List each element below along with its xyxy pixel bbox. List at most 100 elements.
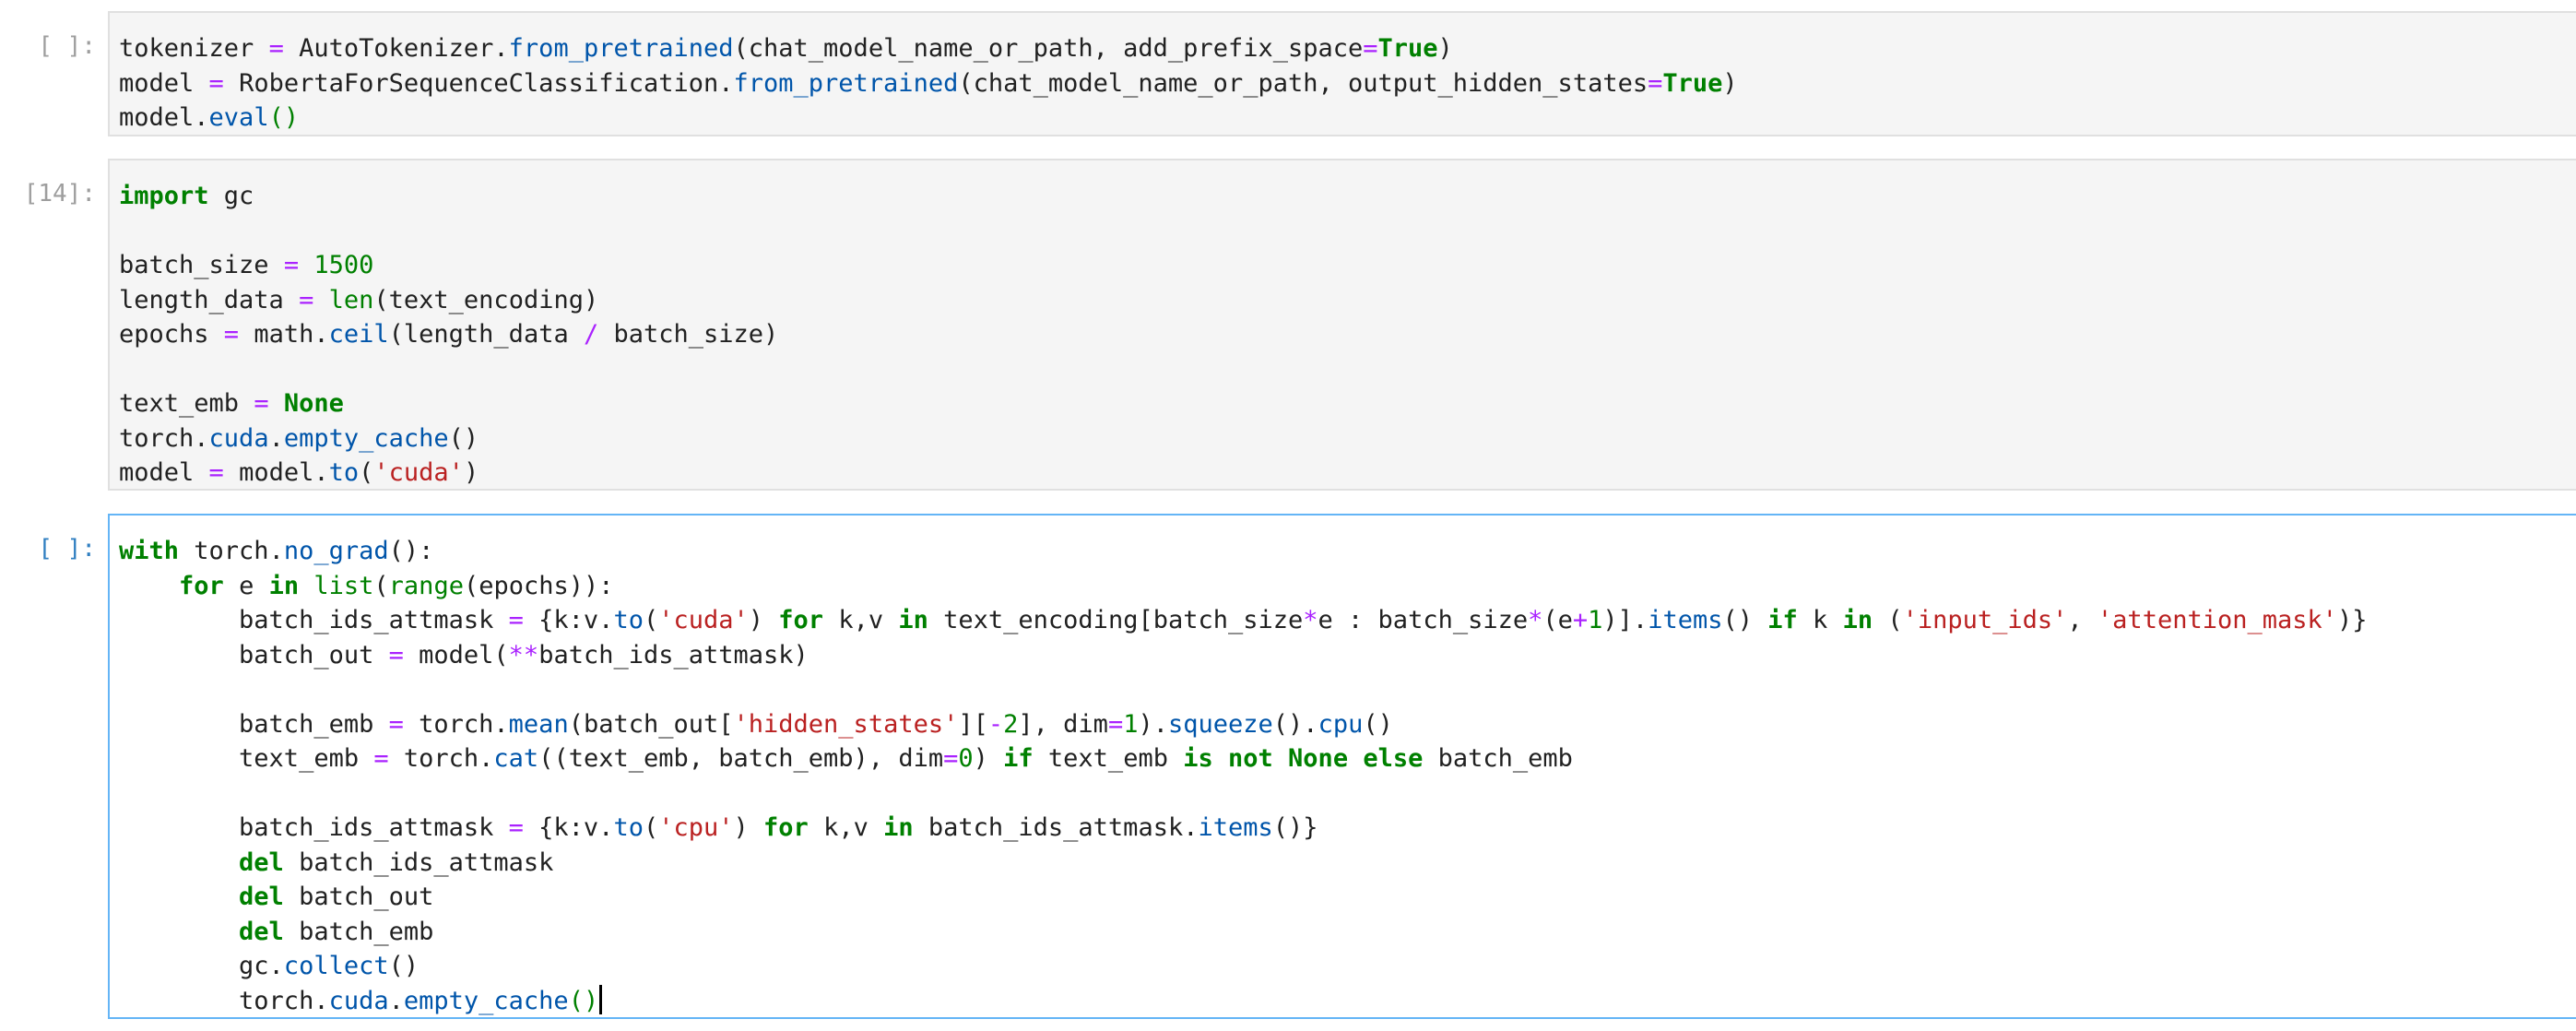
code-token: empty_cache bbox=[403, 986, 569, 1015]
code-token: AutoTokenizer. bbox=[283, 34, 509, 63]
code-token: cat bbox=[493, 744, 539, 773]
code-token: ()} bbox=[1272, 813, 1318, 842]
code-token: ). bbox=[1138, 709, 1168, 739]
code-token: / bbox=[583, 320, 599, 349]
code-line: model.eval() bbox=[119, 101, 1738, 135]
code-token: = bbox=[508, 813, 524, 842]
code-token: range bbox=[388, 571, 464, 600]
code-token: collect bbox=[283, 952, 389, 980]
code-line: model = RobertaForSequenceClassification… bbox=[119, 66, 1738, 101]
code-token: text_encoding[batch_size bbox=[928, 606, 1304, 634]
code-token: cuda bbox=[328, 986, 389, 1015]
code-token: ], dim bbox=[1018, 709, 1108, 739]
code-token: = bbox=[299, 285, 314, 314]
code-token: in bbox=[268, 571, 300, 600]
code-line: for e in list(range(epochs)): bbox=[119, 569, 2368, 604]
code-token: if bbox=[1767, 606, 1798, 634]
code-line: tokenizer = AutoTokenizer.from_pretraine… bbox=[119, 31, 1738, 66]
code-line: batch_out = model(**batch_ids_attmask) bbox=[119, 638, 2368, 673]
code-token: is bbox=[1183, 744, 1213, 773]
code-token: ) bbox=[1722, 68, 1738, 98]
code-cell-1[interactable]: [ ]: tokenizer = AutoTokenizer.from_pret… bbox=[0, 11, 2576, 136]
code-token: 2 bbox=[1003, 709, 1019, 739]
code-line: batch_ids_attmask = {k:v.to('cuda') for … bbox=[119, 603, 2368, 638]
code-token: from_pretrained bbox=[733, 68, 959, 98]
cell-execution-prompt: [ ]: bbox=[38, 535, 96, 563]
code-token: {k:v. bbox=[523, 606, 614, 634]
code-token: k bbox=[1797, 606, 1843, 634]
code-token: to bbox=[613, 606, 644, 634]
code-token: text_emb bbox=[1033, 744, 1184, 773]
code-token: = bbox=[1363, 34, 1378, 63]
code-token: (epochs)): bbox=[463, 571, 614, 600]
code-token: None bbox=[283, 389, 344, 418]
code-line: gc.collect() bbox=[119, 949, 2368, 984]
code-token: batch_emb bbox=[119, 709, 389, 739]
code-cell-2[interactable]: [14]: import gc batch_size = 1500 length_d… bbox=[0, 159, 2576, 491]
code-token: = bbox=[208, 458, 224, 487]
code-token: * bbox=[1528, 606, 1543, 634]
code-token: mean bbox=[508, 709, 569, 739]
code-token: (length_data bbox=[388, 320, 584, 349]
code-token: text_emb bbox=[119, 389, 254, 418]
code-token: batch_ids_attmask) bbox=[538, 640, 809, 670]
code-token: batch_out bbox=[283, 883, 434, 911]
code-token: . bbox=[268, 423, 284, 453]
code-token: )} bbox=[2337, 606, 2368, 634]
code-token: True bbox=[1377, 34, 1438, 63]
code-editor[interactable]: tokenizer = AutoTokenizer.from_pretraine… bbox=[119, 31, 1738, 135]
code-line: torch.cuda.empty_cache() bbox=[119, 984, 2368, 1018]
code-token: model. bbox=[119, 103, 209, 132]
code-token: ) bbox=[973, 744, 1004, 773]
code-token: batch_ids_attmask bbox=[283, 847, 554, 877]
code-token: for bbox=[763, 813, 809, 842]
code-token: ((text_emb, batch_emb), dim bbox=[538, 744, 944, 773]
code-line: batch_emb = torch.mean(batch_out['hidden… bbox=[119, 707, 2368, 742]
code-token: k,v bbox=[823, 606, 899, 634]
code-line: text_emb = None bbox=[119, 386, 778, 421]
code-token: True bbox=[1662, 68, 1723, 98]
cell-input-area[interactable]: import gc batch_size = 1500 length_data = … bbox=[108, 159, 2576, 491]
code-token: eval bbox=[208, 103, 269, 132]
code-token: e : batch_size bbox=[1318, 606, 1529, 634]
code-token: gc bbox=[208, 182, 254, 210]
code-token: in bbox=[898, 606, 928, 634]
code-token: model( bbox=[403, 640, 509, 670]
code-line: torch.cuda.empty_cache() bbox=[119, 421, 778, 456]
code-cell-3[interactable]: [ ]: with torch.no_grad(): for e in list… bbox=[0, 514, 2576, 1019]
code-token: to bbox=[613, 813, 644, 842]
code-token: else bbox=[1363, 744, 1424, 773]
text-cursor bbox=[599, 984, 603, 1014]
code-token: ) bbox=[748, 606, 779, 634]
code-token: , bbox=[2067, 606, 2097, 634]
cell-execution-prompt: [ ]: bbox=[38, 32, 96, 60]
code-token: ( bbox=[1873, 606, 1903, 634]
code-token: batch_out bbox=[119, 640, 389, 670]
code-token: * bbox=[1303, 606, 1318, 634]
code-token: k,v bbox=[808, 813, 884, 842]
code-token: torch. bbox=[179, 537, 284, 565]
code-token: = bbox=[254, 389, 269, 418]
code-token: items bbox=[1648, 606, 1723, 634]
code-token: if bbox=[1003, 744, 1034, 773]
code-line: with torch.no_grad(): bbox=[119, 534, 2368, 569]
code-token: 'cuda' bbox=[658, 606, 749, 634]
code-token: 'cpu' bbox=[658, 813, 734, 842]
code-line: import gc bbox=[119, 179, 778, 214]
code-token: (chat_model_name_or_path, output_hidden_… bbox=[958, 68, 1648, 98]
code-token: items bbox=[1198, 813, 1273, 842]
code-editor[interactable]: import gc batch_size = 1500 length_data = … bbox=[119, 179, 778, 489]
cell-input-area[interactable]: tokenizer = AutoTokenizer.from_pretraine… bbox=[108, 11, 2576, 136]
cell-input-area[interactable]: with torch.no_grad(): for e in list(rang… bbox=[108, 514, 2576, 1019]
code-editor[interactable]: with torch.no_grad(): for e in list(rang… bbox=[119, 534, 2368, 1018]
code-line: batch_size = 1500 bbox=[119, 248, 778, 283]
code-token: + bbox=[1572, 606, 1589, 634]
code-line: epochs = math.ceil(length_data / batch_s… bbox=[119, 317, 778, 352]
code-token: () bbox=[1722, 606, 1768, 634]
code-token: list bbox=[313, 571, 374, 600]
code-line: text_emb = torch.cat((text_emb, batch_em… bbox=[119, 741, 2368, 776]
